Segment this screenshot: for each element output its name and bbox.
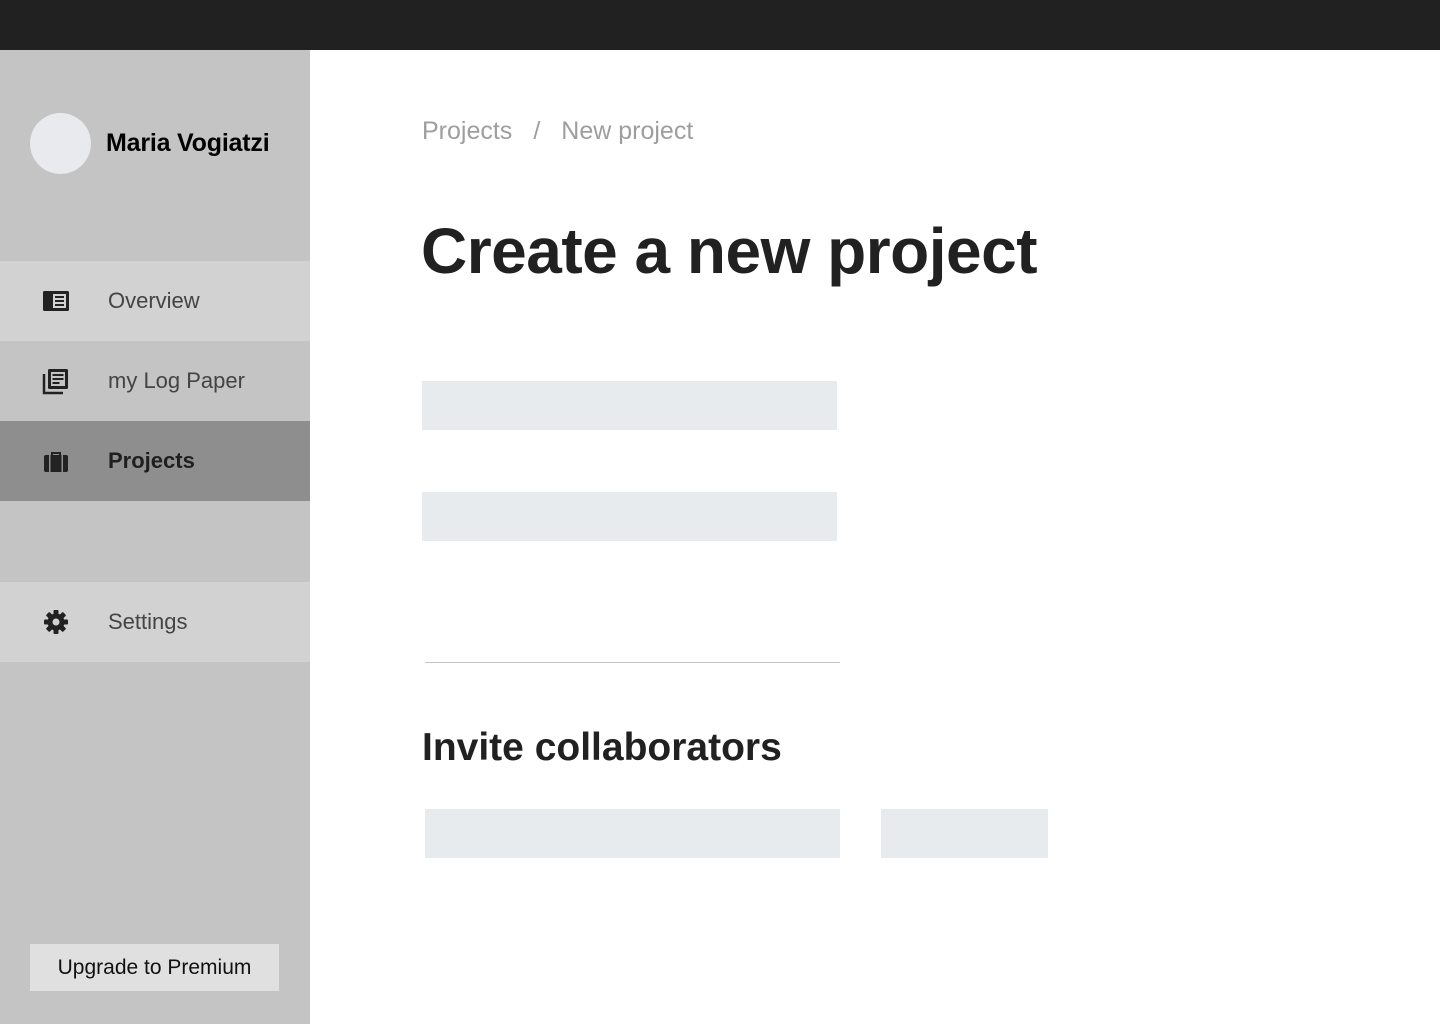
user-profile[interactable]: Maria Vogiatzi: [30, 112, 270, 174]
upgrade-to-premium-button[interactable]: Upgrade to Premium: [30, 944, 279, 991]
sidebar-item-settings[interactable]: Settings: [0, 582, 310, 662]
breadcrumb-current: New project: [561, 117, 694, 145]
newspaper-icon: [41, 286, 71, 316]
invite-collaborators-heading: Invite collaborators: [422, 726, 782, 769]
sidebar-item-my-log-paper[interactable]: my Log Paper: [0, 341, 310, 421]
sidebar-item-label: Settings: [108, 609, 188, 634]
sidebar-item-label: my Log Paper: [108, 368, 245, 393]
invite-button[interactable]: [881, 809, 1048, 858]
divider: [425, 662, 840, 663]
page-title: Create a new project: [421, 215, 1038, 287]
project-name-input[interactable]: [422, 381, 837, 430]
sidebar-item-label: Overview: [108, 288, 200, 313]
project-description-input[interactable]: [422, 492, 837, 541]
sidebar-item-overview[interactable]: Overview: [0, 261, 310, 341]
breadcrumb-link-projects[interactable]: Projects: [422, 117, 512, 146]
sidebar: Maria Vogiatzi Overview my Log Paper Pro…: [0, 50, 310, 1024]
avatar[interactable]: [30, 112, 91, 174]
sidebar-item-label: Projects: [108, 448, 195, 473]
top-bar: [0, 0, 1440, 50]
collaborator-email-input[interactable]: [425, 809, 840, 858]
gear-icon: [41, 607, 71, 637]
breadcrumb: Projects / New project: [422, 117, 693, 146]
user-name: Maria Vogiatzi: [106, 128, 270, 157]
briefcase-icon: [41, 446, 71, 476]
breadcrumb-separator: /: [533, 117, 541, 145]
sidebar-item-projects[interactable]: Projects: [0, 421, 310, 501]
library-books-icon: [41, 366, 71, 396]
